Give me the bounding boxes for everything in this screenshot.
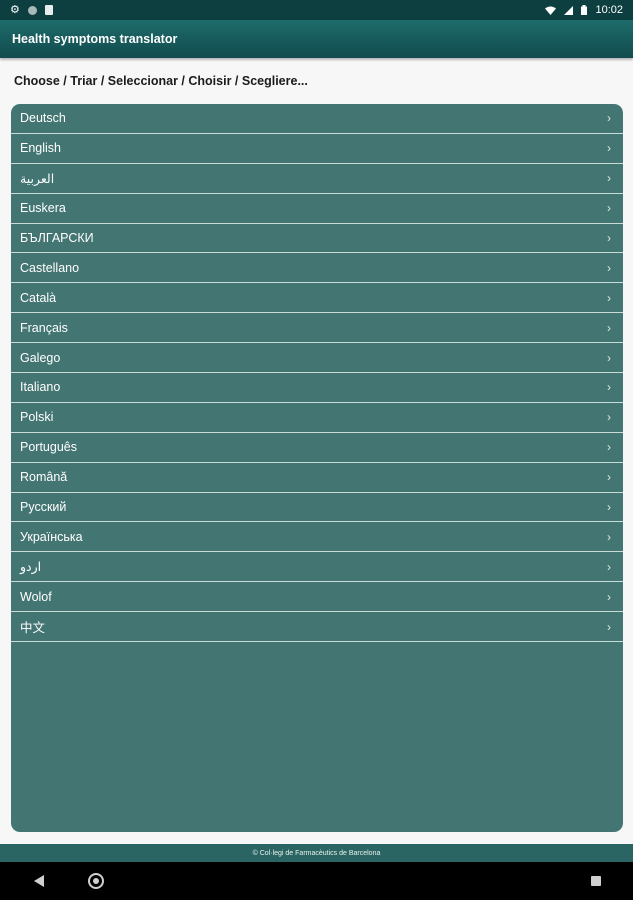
- language-item-francais[interactable]: Français ›: [11, 313, 623, 344]
- language-item-chinese[interactable]: 中文 ›: [11, 612, 623, 643]
- chevron-right-icon: ›: [607, 529, 611, 544]
- language-item-urdu[interactable]: اردو ›: [11, 552, 623, 583]
- circle-icon: [28, 5, 37, 15]
- language-label: Castellano: [20, 260, 80, 275]
- language-label: Euskera: [20, 201, 66, 216]
- status-bar: ⚙ 10:02: [0, 0, 633, 20]
- language-label: Català: [20, 290, 57, 305]
- chevron-right-icon: ›: [607, 589, 611, 604]
- language-item-catala[interactable]: Català ›: [11, 283, 623, 314]
- language-label: Français: [20, 320, 68, 335]
- language-label: Română: [20, 470, 68, 485]
- copyright-footer: © Col·legi de Farmacèutics de Barcelona: [0, 844, 633, 862]
- language-label: Polski: [20, 410, 54, 425]
- chevron-right-icon: ›: [607, 619, 611, 634]
- language-item-deutsch[interactable]: Deutsch ›: [11, 104, 623, 134]
- chevron-right-icon: ›: [607, 111, 611, 126]
- status-right-icons: 10:02: [545, 4, 623, 16]
- language-item-wolof[interactable]: Wolof ›: [11, 582, 623, 613]
- language-label: Galego: [20, 350, 61, 365]
- battery-icon: [581, 5, 588, 15]
- language-item-english[interactable]: English ›: [11, 134, 623, 164]
- language-label: Wolof: [20, 589, 52, 604]
- language-item-russian[interactable]: Русский ›: [11, 493, 623, 523]
- gear-icon: ⚙: [10, 4, 20, 16]
- language-item-euskera[interactable]: Euskera ›: [11, 194, 623, 224]
- back-icon[interactable]: [34, 875, 44, 887]
- language-label: اردو: [20, 560, 42, 575]
- chevron-right-icon: ›: [607, 320, 611, 335]
- home-icon[interactable]: [88, 873, 104, 889]
- language-item-romana[interactable]: Română ›: [11, 463, 623, 493]
- chevron-right-icon: ›: [607, 290, 611, 305]
- wifi-icon: [545, 6, 557, 15]
- chevron-right-icon: ›: [607, 559, 611, 574]
- language-item-bulgarian[interactable]: БЪЛГАРСКИ ›: [11, 224, 623, 254]
- language-label: 中文: [20, 621, 46, 636]
- language-label: Русский: [20, 500, 67, 515]
- chevron-right-icon: ›: [607, 410, 611, 425]
- language-label: Italiano: [20, 380, 61, 395]
- language-item-arabic[interactable]: العربية ›: [11, 164, 623, 194]
- chevron-right-icon: ›: [607, 380, 611, 395]
- chevron-right-icon: ›: [607, 171, 611, 186]
- signal-icon: [564, 5, 574, 15]
- language-label: English: [20, 141, 61, 156]
- language-label: Deutsch: [20, 111, 66, 126]
- chevron-right-icon: ›: [607, 500, 611, 515]
- language-item-polski[interactable]: Polski ›: [11, 403, 623, 433]
- language-item-castellano[interactable]: Castellano ›: [11, 253, 623, 284]
- app-title: Health symptoms translator: [12, 32, 178, 46]
- chevron-right-icon: ›: [607, 440, 611, 455]
- language-prompt: Choose / Triar / Seleccionar / Choisir /…: [14, 74, 308, 88]
- chevron-right-icon: ›: [607, 470, 611, 485]
- chevron-right-icon: ›: [607, 201, 611, 216]
- status-left-icons: ⚙: [10, 4, 53, 16]
- recents-icon[interactable]: [591, 876, 601, 886]
- language-item-portugues[interactable]: Português ›: [11, 433, 623, 463]
- chevron-right-icon: ›: [607, 231, 611, 245]
- clock: 10:02: [595, 4, 623, 16]
- language-item-italiano[interactable]: Italiano ›: [11, 373, 623, 403]
- language-item-galego[interactable]: Galego ›: [11, 343, 623, 374]
- chevron-right-icon: ›: [607, 141, 611, 156]
- app-bar: Health symptoms translator: [0, 20, 633, 58]
- language-label: БЪЛГАРСКИ: [20, 231, 94, 245]
- document-icon: [45, 5, 53, 15]
- language-list: Deutsch › English › العربية › Euskera › …: [11, 104, 623, 832]
- chevron-right-icon: ›: [607, 260, 611, 275]
- language-label: Українська: [20, 529, 83, 544]
- chevron-right-icon: ›: [607, 350, 611, 365]
- language-item-ukrainian[interactable]: Українська ›: [11, 522, 623, 553]
- system-nav-bar: [0, 862, 633, 900]
- language-label: Português: [20, 440, 77, 455]
- language-label: العربية: [20, 171, 55, 186]
